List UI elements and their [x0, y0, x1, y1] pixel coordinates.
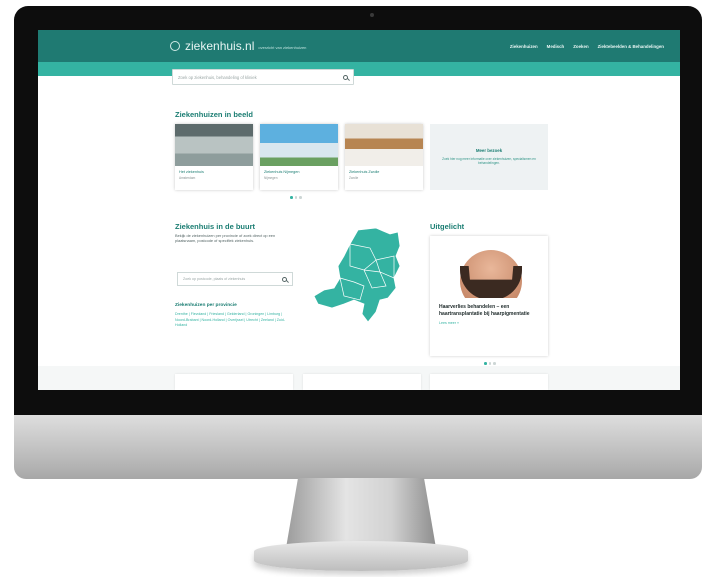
featured-article-card[interactable]: Haarverlies behandelen – een haartranspl…	[430, 236, 548, 356]
hospital-card[interactable]: Ziekenhuis Zwolle Zwolle	[345, 124, 423, 190]
search-band: Zoek op ziekenhuis, behandeling of klini…	[38, 62, 680, 85]
search-placeholder: Zoek op ziekenhuis, behandeling of klini…	[178, 74, 257, 80]
carousel-dot[interactable]	[488, 362, 491, 365]
monitor-chin	[14, 415, 702, 479]
logo-tagline: overzicht van ziekenhuizen	[258, 45, 307, 50]
hospital-card[interactable]: Ziekenhuis Nijmegen Nijmegen	[260, 124, 338, 190]
footer-card	[175, 374, 293, 390]
nearby-search-placeholder: Zoek op postcode, plaats of ziekenhuis	[183, 277, 246, 281]
read-more-link[interactable]: Lees meer »	[439, 321, 548, 325]
top-navigation-bar: ziekenhuis.nl overzicht van ziekenhuizen…	[38, 30, 680, 62]
section-title-uitgelicht: Uitgelicht	[430, 222, 465, 231]
hospital-photo	[260, 124, 338, 166]
province-links[interactable]: Drenthe | Flevoland | Friesland | Gelder…	[175, 312, 291, 329]
more-hospitals-card[interactable]: Meer bezoek Zoek hier nog meer informati…	[430, 124, 548, 190]
carousel-dot[interactable]	[290, 196, 293, 199]
hospital-photo	[175, 124, 253, 166]
nav-ziekenhuizen[interactable]: Ziekenhuizen	[510, 44, 538, 49]
nearby-intro: Bekijk de ziekenhuizen per provincie of …	[175, 233, 276, 244]
nearby-search-input[interactable]: Zoek op postcode, plaats of ziekenhuis	[177, 272, 293, 286]
featured-dots[interactable]	[484, 362, 496, 365]
search-input[interactable]: Zoek op ziekenhuis, behandeling of klini…	[172, 69, 354, 85]
monitor-stand	[286, 478, 436, 548]
nav-ziektebeelden[interactable]: Ziektebeelden & Behandelingen	[598, 44, 664, 49]
carousel-dot[interactable]	[493, 362, 496, 365]
search-icon[interactable]	[282, 276, 287, 282]
netherlands-map[interactable]	[310, 226, 402, 326]
carousel-dot[interactable]	[299, 196, 302, 199]
section-title-in-de-buurt: Ziekenhuis in de buurt	[175, 222, 256, 231]
nav-zoeken[interactable]: Zoeken	[573, 44, 588, 49]
hospital-name: Ziekenhuis Zwolle	[349, 170, 380, 174]
camera-dot	[370, 13, 374, 17]
hospital-city: Zwolle	[349, 176, 359, 180]
hospital-card[interactable]: Het ziekenhuis Amsterdam	[175, 124, 253, 190]
hospital-city: Amsterdam	[179, 176, 196, 180]
nav-medisch[interactable]: Medisch	[547, 44, 565, 49]
featured-headline: Haarverlies behandelen – een haartranspl…	[439, 304, 530, 317]
logo-text: ziekenhuis.nl	[185, 39, 255, 53]
hospital-city: Nijmegen	[264, 176, 278, 180]
monitor-base	[254, 541, 468, 571]
hospital-name: Het ziekenhuis	[179, 170, 204, 174]
section-title-in-beeld: Ziekenhuizen in beeld	[175, 110, 253, 119]
site-logo[interactable]: ziekenhuis.nl overzicht van ziekenhuizen	[170, 39, 306, 53]
hospital-photo	[345, 124, 423, 166]
search-icon[interactable]	[343, 74, 348, 80]
carousel-dot[interactable]	[294, 196, 297, 199]
featured-photo	[430, 236, 548, 298]
main-nav: Ziekenhuizen Medisch Zoeken Ziektebeelde…	[510, 44, 664, 49]
carousel-dots[interactable]	[290, 196, 302, 199]
more-hospitals-text: Zoek hier nog meer informatie over zieke…	[442, 157, 536, 166]
logo-icon	[170, 41, 180, 51]
browser-screen: ziekenhuis.nl overzicht van ziekenhuizen…	[38, 30, 680, 390]
footer-card	[430, 374, 548, 390]
more-hospitals-title: Meer bezoek	[475, 148, 503, 153]
carousel-dot[interactable]	[484, 362, 487, 365]
footer-card	[303, 374, 421, 390]
hospital-name: Ziekenhuis Nijmegen	[264, 170, 300, 174]
provinces-title: Ziekenhuizen per provincie	[175, 303, 237, 308]
